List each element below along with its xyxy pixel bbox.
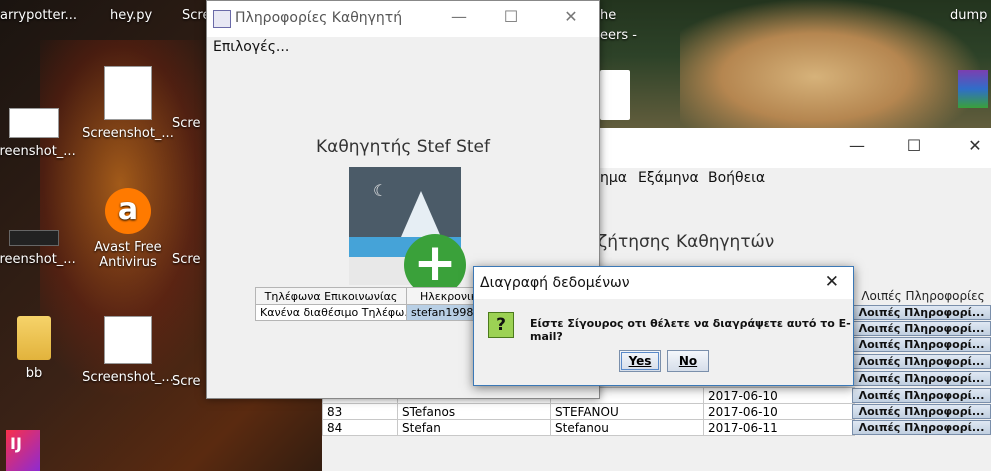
menu-help[interactable]: Βοήθεια xyxy=(708,170,765,186)
desktop-icon-screenshot[interactable]: creenshot_... xyxy=(0,216,80,267)
desktop-icon-screenshot[interactable]: Screenshot_... xyxy=(82,316,174,385)
delete-confirm-dialog: Διαγραφή δεδομένων ✕ ? Είστε Σίγουρος οτ… xyxy=(473,266,854,386)
desktop-icon-label: Scre xyxy=(172,116,201,131)
dialog-title: Διαγραφή δεδομένων xyxy=(480,275,630,291)
search-professors-heading: ζήτησης Καθηγητών xyxy=(598,232,775,252)
minimize-icon[interactable]: — xyxy=(847,136,867,155)
desktop-label[interactable]: arrypotter... xyxy=(0,8,77,23)
winrar-icon[interactable] xyxy=(958,70,988,108)
window-title: Πληροφορίες Καθηγητή xyxy=(235,10,403,26)
question-icon: ? xyxy=(488,312,514,338)
table-cell[interactable]: 2017-06-11 xyxy=(703,419,855,436)
screenshot-thumbnail-icon xyxy=(104,66,152,120)
menu-item[interactable]: ημα xyxy=(600,170,627,186)
menu-options[interactable]: Επιλογές... xyxy=(213,39,289,55)
screenshot-thumbnail-icon xyxy=(9,230,59,246)
other-info-button[interactable]: Λοιπές Πληροφορί... xyxy=(852,388,991,403)
close-icon[interactable]: ✕ xyxy=(825,272,839,292)
desktop-icon-label: creenshot_... xyxy=(0,252,76,267)
table-cell[interactable]: STEFANOU xyxy=(550,403,704,420)
table-row[interactable]: 83 STefanos STEFANOU 2017-06-10 xyxy=(322,403,855,420)
other-info-button[interactable]: Λοιπές Πληροφορί... xyxy=(852,337,991,352)
yes-button[interactable]: Yes xyxy=(619,350,661,372)
table-cell[interactable]: 2017-06-10 xyxy=(703,387,855,404)
mountain-icon xyxy=(401,191,441,237)
dialog-title-bar: Διαγραφή δεδομένων ✕ xyxy=(474,267,853,299)
desktop-label[interactable]: he xyxy=(600,8,616,23)
folder-icon xyxy=(17,316,51,360)
screenshot-thumbnail-icon xyxy=(9,108,59,138)
screenshot-thumbnail-icon xyxy=(104,316,152,364)
table-cell[interactable]: 83 xyxy=(322,403,398,420)
table-cell[interactable]: STefanos xyxy=(397,403,551,420)
table-cell[interactable]: Stefanou xyxy=(550,419,704,436)
phone-cell[interactable]: Κανένα διαθέσιμο Τηλέφω... xyxy=(255,304,407,321)
table-cell[interactable]: Stefan xyxy=(397,419,551,436)
table-row[interactable]: 84 Stefan Stefanou 2017-06-11 xyxy=(322,419,855,436)
desktop-icon-folder[interactable]: bb xyxy=(0,316,80,381)
desktop-icon-avast[interactable]: a Avast Free Antivirus xyxy=(82,188,174,270)
desktop-icon-label: Scre xyxy=(172,252,201,267)
maximize-icon[interactable]: ☐ xyxy=(904,136,924,155)
wallpaper-animal xyxy=(680,0,980,140)
window-title-bar: Πληροφορίες Καθηγητή — ☐ ✕ xyxy=(207,1,599,37)
contact-table: Τηλέφωνα Επικοινωνίας Ηλεκρονικό Κανένα … xyxy=(255,287,498,321)
java-icon xyxy=(213,10,231,28)
maximize-icon[interactable]: ☐ xyxy=(501,7,521,26)
desktop-label[interactable]: eers - xyxy=(600,28,637,43)
other-info-button[interactable]: Λοιπές Πληροφορί... xyxy=(852,404,991,419)
column-header-other-info[interactable]: Λοιπές Πληροφορίες xyxy=(855,289,991,303)
other-info-button[interactable]: Λοιπές Πληροφορί... xyxy=(852,371,991,386)
table-cell[interactable]: 84 xyxy=(322,419,398,436)
other-info-button[interactable]: Λοιπές Πληροφορί... xyxy=(852,420,991,435)
dialog-message: Είστε Σίγουρος οτι θέλετε να διαγράψετε … xyxy=(530,317,851,343)
table-cell[interactable]: 2017-06-10 xyxy=(703,403,855,420)
desktop-icon-screenshot[interactable]: creenshot_... xyxy=(0,96,80,159)
desktop-icon-label: Scre xyxy=(172,374,201,389)
moon-icon: ☾ xyxy=(373,181,388,200)
desktop-icon-label: bb xyxy=(25,366,43,381)
desktop-icon-label: Screenshot_... xyxy=(82,126,174,141)
intellij-icon[interactable]: IJ xyxy=(6,430,40,471)
other-info-button[interactable]: Λοιπές Πληροφορί... xyxy=(852,354,991,369)
desktop-icon-label: creenshot_... xyxy=(0,144,76,159)
desktop-label[interactable]: dump xyxy=(950,8,987,23)
close-icon[interactable]: ✕ xyxy=(561,7,581,26)
menu-semesters[interactable]: Εξάμηνα xyxy=(638,170,699,186)
close-icon[interactable]: ✕ xyxy=(965,136,985,155)
desktop-icon-label: Screenshot_... xyxy=(82,370,174,385)
minimize-icon[interactable]: — xyxy=(449,7,469,26)
desktop-label[interactable]: hey.py xyxy=(110,8,152,23)
avast-icon: a xyxy=(105,188,151,234)
professor-name-heading: Καθηγητής Stef Stef xyxy=(316,137,490,157)
column-header-phones[interactable]: Τηλέφωνα Επικοινωνίας xyxy=(255,287,407,305)
desktop-icon-label: Avast Free Antivirus xyxy=(94,240,162,270)
other-info-button[interactable]: Λοιπές Πληροφορί... xyxy=(852,305,991,320)
desktop-icon-screenshot[interactable]: Screenshot_... xyxy=(82,66,174,141)
other-info-button[interactable]: Λοιπές Πληροφορί... xyxy=(852,321,991,336)
media-player-icon[interactable] xyxy=(600,70,630,120)
no-button[interactable]: No xyxy=(667,350,709,372)
